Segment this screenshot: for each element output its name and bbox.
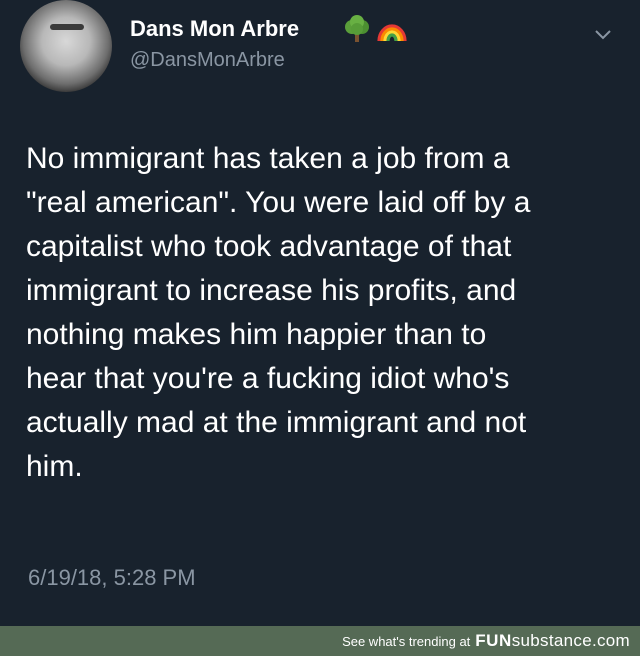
tweet-text-line: actually mad at the immigrant and not — [26, 406, 527, 439]
tweet-text-line: hear that you're a fucking idiot who's — [26, 362, 510, 395]
footer-brand-substance[interactable]: substance.com — [512, 631, 630, 651]
user-handle[interactable]: @DansMonArbre — [130, 49, 285, 72]
rainbow-emoji-icon — [377, 24, 407, 42]
display-name[interactable]: Dans Mon Arbre — [130, 16, 299, 42]
tweet-text-line: immigrant to increase his profits, and — [26, 274, 517, 307]
tweet-timestamp[interactable]: 6/19/18, 5:28 PM — [28, 565, 196, 591]
avatar-mouth — [50, 24, 84, 30]
tweet-text-line: capitalist who took advantage of that — [26, 230, 512, 263]
footer-brand-fun[interactable]: FUN — [475, 631, 511, 651]
tree-emoji-icon — [345, 15, 369, 42]
footer-text: See what's trending at — [342, 633, 471, 649]
tweet-text: No immigrant has taken a job from a "rea… — [26, 137, 616, 489]
tweet-text-line: nothing makes him happier than to — [26, 318, 487, 351]
tweet-text-line: him. — [26, 450, 83, 483]
name-badges — [342, 12, 408, 46]
tweet-text-line: No immigrant has taken a job from a — [26, 142, 510, 175]
tweet-card: Dans Mon Arbre @DansMonArbre No immigran… — [0, 0, 640, 626]
tweet-text-line: "real american". You were laid off by a — [26, 186, 531, 219]
chevron-down-icon[interactable] — [590, 22, 616, 48]
footer-bar: See what's trending at FUN substance.com — [0, 626, 640, 656]
avatar[interactable] — [20, 0, 112, 92]
